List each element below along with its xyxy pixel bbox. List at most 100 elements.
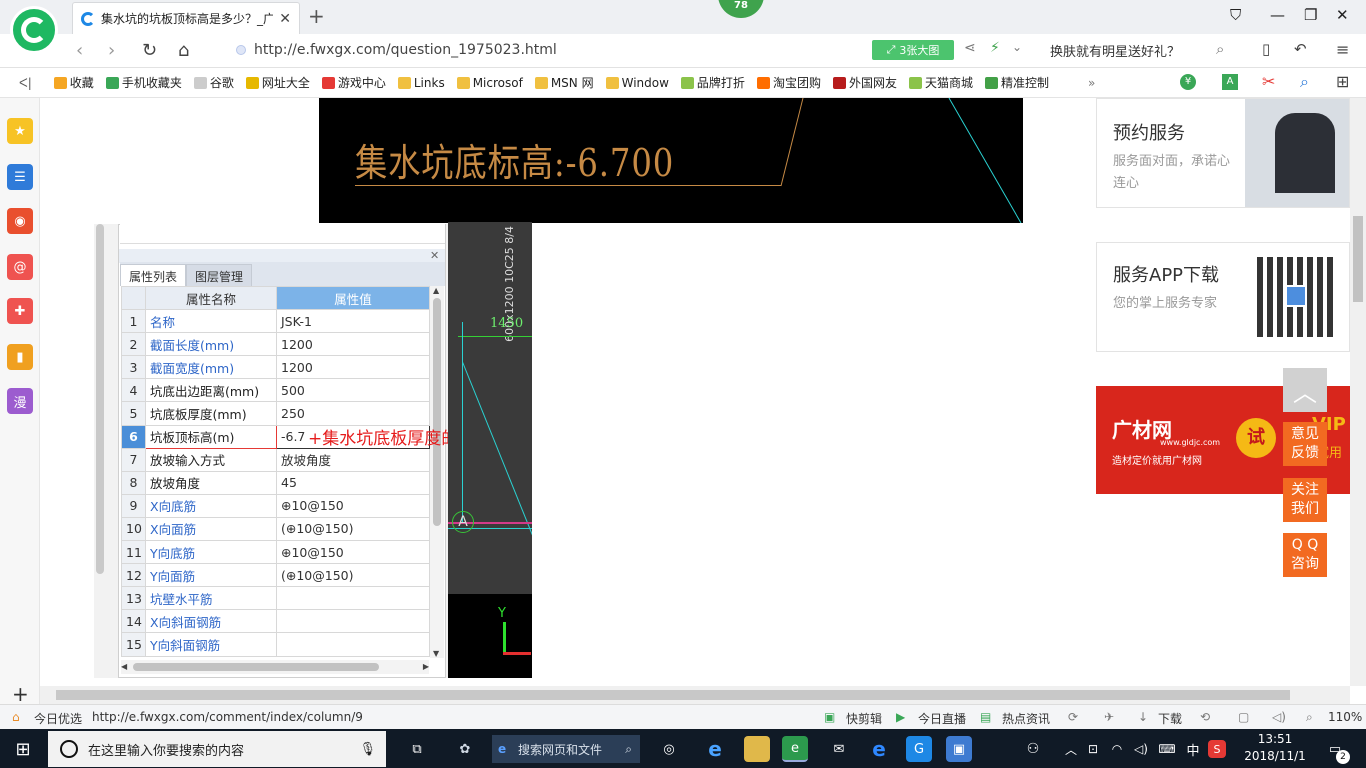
comic-icon[interactable]: 漫 [7, 388, 33, 414]
mail-taskbar-icon[interactable]: ✉ [826, 736, 852, 762]
bookmark-item[interactable]: 收藏 [49, 74, 99, 91]
page-vertical-scrollbar[interactable] [1350, 98, 1366, 686]
bookmark-item[interactable]: Links [393, 76, 450, 90]
favorites-icon[interactable]: ★ [7, 118, 33, 144]
bookmark-item[interactable]: MSN 网 [530, 74, 599, 91]
game-icon[interactable]: ✚ [7, 298, 33, 324]
close-window-icon[interactable]: ✕ [1336, 6, 1349, 24]
property-value-cell[interactable]: 放坡角度 [276, 447, 430, 472]
table-row[interactable]: 13 坑壁水平筋 [121, 586, 430, 611]
feedback-button[interactable]: 意见 反馈 [1283, 422, 1327, 466]
table-row[interactable]: 8 放坡角度 45 [121, 470, 430, 495]
speed-icon[interactable]: ⚡ [990, 40, 1000, 56]
mobile-icon[interactable]: ▯ [1262, 40, 1270, 58]
table-row[interactable]: 7 放坡输入方式 放坡角度 [121, 447, 430, 472]
sidebar-toggle-icon[interactable]: ᐸ| [14, 76, 37, 90]
scrollbar-thumb[interactable] [433, 298, 441, 526]
property-value-cell[interactable] [276, 609, 430, 634]
edge-icon[interactable]: e [866, 736, 892, 762]
property-value-cell[interactable]: ⊕10@150 [276, 540, 430, 565]
ime-indicator[interactable]: 中 [1180, 736, 1206, 762]
property-value-cell[interactable]: (⊕10@150) [276, 516, 430, 542]
new-tab-icon[interactable]: + [308, 4, 325, 28]
bookmark-item[interactable]: 游戏中心 [317, 74, 391, 91]
table-row[interactable]: 2 截面长度(mm) 1200 [121, 332, 430, 357]
property-value-cell[interactable]: ⊕10@150 [276, 493, 430, 518]
qq-consult-button[interactable]: Q Q 咨询 [1283, 533, 1327, 577]
people-icon[interactable]: ⚇ [1020, 736, 1046, 762]
skin-icon[interactable]: ⛉ [1230, 6, 1241, 24]
tab-property-list[interactable]: 属性列表 [120, 264, 187, 286]
property-value-cell[interactable]: 250 [276, 401, 430, 426]
scroll-right-icon[interactable]: ▶ [423, 662, 429, 671]
page-horizontal-scrollbar[interactable] [40, 686, 1350, 704]
zoom-level[interactable]: 110% [1328, 710, 1362, 724]
gld-app-icon[interactable]: G [906, 736, 932, 762]
property-value-cell[interactable]: JSK-1 [276, 309, 430, 334]
property-vertical-scrollbar[interactable]: ▲ ▼ [430, 286, 444, 658]
property-horizontal-scrollbar[interactable]: ◀ ▶ [121, 660, 429, 674]
restore-icon[interactable]: ❐ [1304, 6, 1317, 24]
action-center-icon[interactable]: ▭ 2 [1322, 736, 1350, 764]
table-row[interactable]: 10 X向面筋 (⊕10@150) [121, 516, 430, 542]
property-value-cell[interactable]: (⊕10@150) [276, 563, 430, 588]
table-row[interactable]: 3 截面宽度(mm) 1200 [121, 355, 430, 380]
accelerate-icon[interactable]: ⟳ [1068, 710, 1078, 724]
property-value-cell[interactable] [276, 632, 430, 657]
back-icon[interactable]: ‹ [76, 40, 83, 61]
apps-icon[interactable]: ☰ [7, 164, 33, 190]
browser-icon[interactable]: ⟲ [1200, 710, 1210, 724]
close-panel-icon[interactable]: ✕ [430, 249, 439, 262]
share-icon[interactable]: ⋖ [964, 40, 976, 56]
system-clock[interactable]: 13:51 2018/11/1 [1240, 731, 1310, 765]
back-to-top-button[interactable]: ︿ [1283, 368, 1327, 412]
scroll-left-icon[interactable]: ◀ [121, 662, 127, 671]
browser-tab[interactable]: 集水坑的坑板顶标高是多少？_广 ✕ [72, 2, 300, 34]
scroll-up-icon[interactable]: ▲ [433, 286, 439, 295]
scrollbar-thumb[interactable] [96, 224, 104, 574]
bookmark-item[interactable]: 外国网友 [828, 74, 902, 91]
forward-icon[interactable]: › [108, 40, 115, 61]
minimize-icon[interactable]: — [1270, 6, 1285, 24]
scrollbar-thumb[interactable] [1353, 216, 1363, 302]
volume-icon[interactable]: ◁) [1128, 736, 1154, 762]
chevron-down-icon[interactable]: ⌄ [1012, 40, 1022, 54]
table-row[interactable]: 5 坑底板厚度(mm) 250 [121, 401, 430, 426]
file-explorer-icon[interactable] [744, 736, 770, 762]
app-swirl-icon[interactable]: ◎ [656, 736, 682, 762]
property-value-cell[interactable]: 45 [276, 470, 430, 495]
bookmarks-more-icon[interactable]: » [1088, 76, 1095, 90]
bookmark-item[interactable]: 天猫商城 [904, 74, 978, 91]
app-download-card[interactable]: 服务APP下载 您的掌上服务专家 [1096, 242, 1350, 352]
wifi-icon[interactable]: ◠ [1104, 736, 1130, 762]
taskbar-web-search[interactable]: e 搜索网页和文件 ⌕ [492, 735, 640, 763]
property-value-cell[interactable]: 1200 [276, 332, 430, 357]
window-icon[interactable]: ▢ [1238, 710, 1249, 724]
search-icon[interactable]: ⌕ [1216, 40, 1224, 58]
pinwheel-icon[interactable]: ✿ [452, 736, 478, 762]
tab-layer-management[interactable]: 图层管理 [186, 264, 253, 286]
pin-icon[interactable]: ✈ [1104, 710, 1114, 724]
menu-icon[interactable]: ≡ [1336, 40, 1349, 59]
windows-search-box[interactable]: 在这里输入你要搜索的内容 🎙 [48, 731, 386, 767]
bookmark-item[interactable]: 精准控制 [980, 74, 1054, 91]
property-value-cell[interactable] [276, 586, 430, 611]
address-bar[interactable]: http://e.fwxgx.com/question_1975023.html [236, 38, 866, 62]
table-row[interactable]: 11 Y向底筋 ⊕10@150 [121, 540, 430, 565]
follow-us-button[interactable]: 关注 我们 [1283, 478, 1327, 522]
ie-icon[interactable]: e [702, 736, 728, 762]
table-row[interactable]: 9 X向底筋 ⊕10@150 [121, 493, 430, 518]
home-icon[interactable]: ⌂ [178, 40, 189, 61]
table-row[interactable]: 1 名称 JSK-1 [121, 309, 430, 334]
screenshot-icon[interactable]: ✂ [1262, 72, 1275, 91]
property-value-cell[interactable]: 500 [276, 378, 430, 403]
bookmark-item[interactable]: Window [601, 76, 674, 90]
undo-icon[interactable]: ↶ [1294, 40, 1307, 58]
browser-active-icon[interactable]: e [782, 736, 808, 762]
network-icon[interactable]: ⊡ [1080, 736, 1106, 762]
table-row[interactable]: 15 Y向斜面钢筋 [121, 632, 430, 657]
add-sidebar-icon[interactable]: + [12, 682, 29, 706]
book-icon[interactable]: ▮ [7, 344, 33, 370]
sogou-icon[interactable]: S [1208, 740, 1226, 758]
live-link[interactable]: 今日直播 [918, 710, 966, 727]
